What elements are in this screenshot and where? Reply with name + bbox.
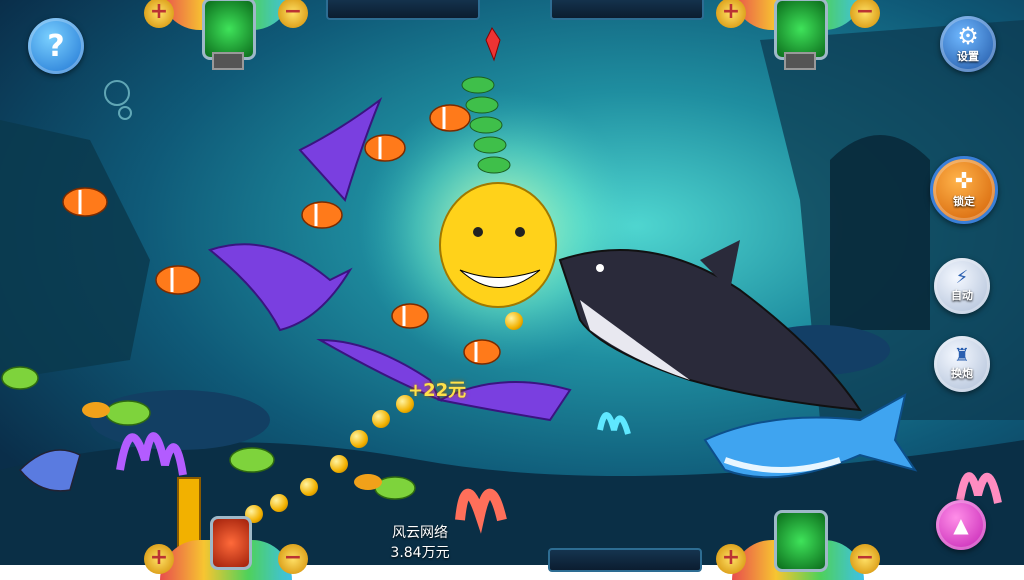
coin xyxy=(505,312,523,330)
top-left-turret[interactable]: + − xyxy=(140,0,312,70)
decrease-bet-button[interactable]: − xyxy=(850,544,880,574)
red-fish xyxy=(485,27,501,62)
increase-bet-button[interactable]: + xyxy=(716,0,746,28)
green-fish-school xyxy=(461,76,511,174)
player-info: 风云网络 3.84万元 xyxy=(350,522,490,562)
coin xyxy=(372,410,390,428)
increase-bet-button[interactable]: + xyxy=(144,0,174,28)
question-icon: ? xyxy=(47,28,65,64)
decrease-bet-button[interactable]: − xyxy=(850,0,880,28)
auto-fire-button[interactable]: ⚡ 自动 xyxy=(934,258,990,314)
bottom-right-score-panel xyxy=(548,548,702,572)
top-right-turret[interactable]: + − xyxy=(712,0,884,70)
help-button[interactable]: ? xyxy=(28,18,84,74)
black-shark xyxy=(558,240,863,412)
coin xyxy=(330,455,348,473)
small-blue-shark xyxy=(18,449,81,492)
increase-bet-button[interactable]: + xyxy=(716,544,746,574)
expand-menu-button[interactable]: ▲ xyxy=(936,500,986,550)
arrow-up-icon: ▲ xyxy=(953,513,969,537)
decrease-bet-button[interactable]: − xyxy=(278,544,308,574)
crosshair-icon: ✜ xyxy=(954,169,974,194)
auto-label: 自动 xyxy=(951,289,973,302)
yellow-shark xyxy=(439,182,557,308)
lock-target-button[interactable]: ✜ 锁定 xyxy=(930,156,998,224)
switch-cannon-label: 换炮 xyxy=(951,367,973,380)
settings-button[interactable]: ⚙ 设置 xyxy=(940,16,996,72)
settings-label: 设置 xyxy=(957,50,979,63)
cannon-icon: ♜ xyxy=(953,345,971,366)
bottom-right-turret[interactable]: + − xyxy=(712,510,884,580)
gear-icon: ⚙ xyxy=(957,22,979,50)
increase-bet-button[interactable]: + xyxy=(144,544,174,574)
lock-label: 锁定 xyxy=(953,195,975,208)
coin xyxy=(350,430,368,448)
blue-shark xyxy=(703,393,918,479)
fish-layer xyxy=(1,27,918,565)
lightning-icon: ⚡ xyxy=(955,267,969,288)
coin xyxy=(300,478,318,496)
game-scene[interactable]: +22元 + − + − ? ⚙ 设置 ✜ 锁定 ⚡ 自动 ♜ 换炮 + − 风… xyxy=(0,0,1024,580)
decrease-bet-button[interactable]: − xyxy=(278,0,308,28)
player-score: 3.84万元 xyxy=(390,545,450,561)
player-name: 风云网络 xyxy=(392,525,448,541)
reward-popup: +22元 xyxy=(408,380,467,401)
bottom-left-turret[interactable]: + − xyxy=(140,510,312,580)
top-left-score-panel xyxy=(326,0,480,20)
top-right-score-panel xyxy=(550,0,704,20)
switch-cannon-button[interactable]: ♜ 换炮 xyxy=(934,336,990,392)
